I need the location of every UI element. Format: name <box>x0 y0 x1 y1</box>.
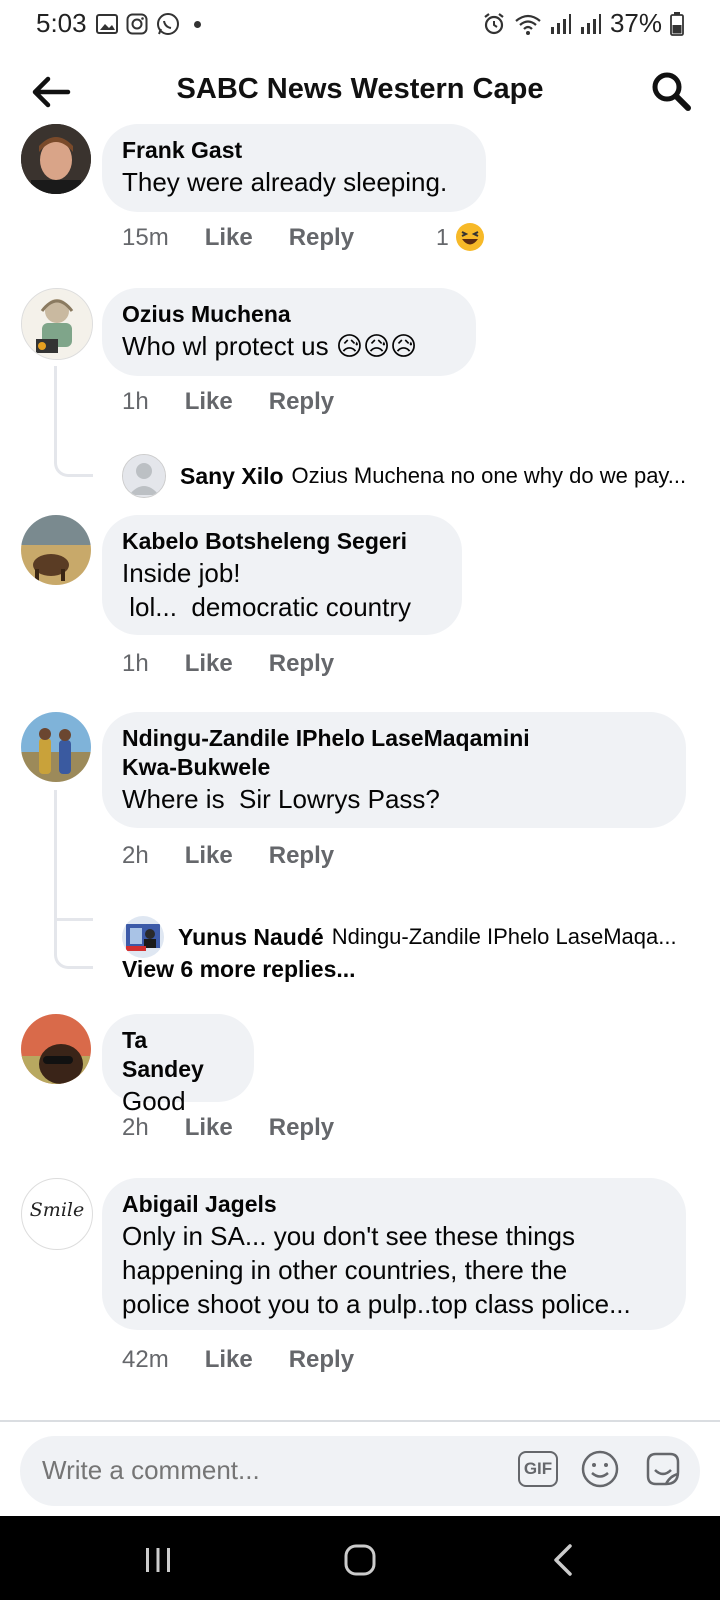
avatar[interactable] <box>122 916 164 958</box>
page-title: SABC News Western Cape <box>176 73 544 105</box>
reply-button[interactable]: Reply <box>269 650 334 678</box>
reply-author[interactable]: Sany Xilo <box>180 463 284 490</box>
comment-actions: 15m Like Reply <box>122 224 390 252</box>
reply-button[interactable]: Reply <box>269 388 334 416</box>
haha-reaction-icon <box>455 223 484 251</box>
avatar[interactable] <box>21 124 91 194</box>
reaction-count: 1 <box>436 223 449 250</box>
avatar[interactable] <box>21 515 91 585</box>
comment-actions: 1h Like Reply <box>122 388 370 416</box>
smile-logo: Smile <box>29 1199 85 1221</box>
system-nav-bar <box>0 1516 720 1600</box>
like-button[interactable]: Like <box>185 650 233 678</box>
comment-bubble: Ozius Muchena Who wl protect us 😥😥😥 <box>102 288 476 376</box>
comment-time: 42m <box>122 1346 169 1373</box>
avatar[interactable] <box>122 454 166 498</box>
comment-actions: 2h Like Reply <box>122 842 370 870</box>
comment-time: 2h <box>122 842 149 869</box>
comment-text: Where is Sir Lowrys Pass? <box>122 784 440 814</box>
sticker-icon[interactable] <box>642 1448 684 1490</box>
divider <box>0 1420 720 1422</box>
comment-author[interactable]: Ozius Muchena <box>122 300 456 329</box>
status-time: 5:03 <box>36 8 87 38</box>
comment-author[interactable]: Ndingu-Zandile IPhelo LaseMaqamini Kwa-B… <box>122 724 666 782</box>
view-more-replies-link[interactable]: View 6 more replies... <box>122 956 356 983</box>
avatar[interactable] <box>21 288 93 360</box>
signal-icon <box>550 13 571 34</box>
avatar[interactable] <box>21 712 91 782</box>
gif-label: GIF <box>523 1459 553 1478</box>
like-button[interactable]: Like <box>185 842 233 870</box>
gif-button[interactable]: GIF <box>518 1451 558 1487</box>
comment-actions: 1h Like Reply <box>122 650 370 678</box>
comment-text: Who wl protect us 😥😥😥 <box>122 331 418 361</box>
emoji-icon[interactable] <box>580 1449 620 1489</box>
comment-bubble: Frank Gast They were already sleeping. <box>102 124 486 212</box>
comment-input[interactable] <box>40 1454 464 1487</box>
signal-icon-2 <box>580 13 601 34</box>
comment-time: 2h <box>122 1114 149 1141</box>
comment-author[interactable]: Kabelo Botsheleng Segeri <box>122 527 442 556</box>
thread-connector <box>54 930 93 969</box>
whatsapp-icon <box>157 13 179 35</box>
back-nav-icon[interactable] <box>534 1540 594 1580</box>
reply-text: Ozius Muchena no one why do we pay... <box>291 463 687 488</box>
reply-author[interactable]: Yunus Naudé <box>178 924 324 951</box>
battery-percent: 37% <box>609 8 662 38</box>
comment-text: Good <box>122 1086 186 1116</box>
gallery-icon <box>96 14 118 34</box>
comment-time: 15m <box>122 224 169 251</box>
comment-bubble: Abigail Jagels Only in SA... you don't s… <box>102 1178 686 1330</box>
reply-preview[interactable]: Yunus Naudé Ndingu-Zandile IPhelo LaseMa… <box>122 916 692 958</box>
reply-button[interactable]: Reply <box>269 1114 334 1142</box>
comment-actions: 42m Like Reply <box>122 1346 390 1374</box>
avatar[interactable]: Smile <box>21 1178 93 1250</box>
reply-preview[interactable]: Sany Xilo Ozius Muchena no one why do we… <box>122 454 692 498</box>
comment-author[interactable]: Abigail Jagels <box>122 1190 666 1219</box>
like-button[interactable]: Like <box>205 1346 253 1374</box>
avatar[interactable] <box>21 1014 91 1084</box>
comment-bubble: Ta Sandey Good <box>102 1014 254 1116</box>
reply-button[interactable]: Reply <box>289 1346 354 1374</box>
comment-text: Inside job! lol... democratic country <box>122 558 412 622</box>
notification-dot-icon <box>194 20 201 28</box>
comment-bubble: Ndingu-Zandile IPhelo LaseMaqamini Kwa-B… <box>102 712 686 828</box>
comment-author[interactable]: Frank Gast <box>122 136 466 165</box>
recent-apps-icon[interactable] <box>128 1540 188 1580</box>
comment-time: 1h <box>122 388 149 415</box>
comment-actions: 2h Like Reply <box>122 1114 370 1142</box>
reply-button[interactable]: Reply <box>289 224 354 252</box>
wifi-icon <box>515 14 541 35</box>
like-button[interactable]: Like <box>185 1114 233 1142</box>
reply-text: Ndingu-Zandile IPhelo LaseMaqa... <box>331 924 677 949</box>
comment-bubble: Kabelo Botsheleng Segeri Inside job! lol… <box>102 515 462 635</box>
instagram-icon <box>126 13 148 35</box>
comment-text: Only in SA... you don't see these things… <box>122 1221 631 1319</box>
status-bar: 5:03 37% <box>0 0 720 46</box>
comment-text: They were already sleeping. <box>122 167 448 197</box>
header-bar: SABC News Western Cape <box>0 60 720 122</box>
comment-author[interactable]: Ta Sandey <box>122 1026 234 1084</box>
reply-button[interactable]: Reply <box>269 842 334 870</box>
search-icon[interactable] <box>648 68 694 114</box>
comment-composer: GIF <box>20 1436 700 1506</box>
battery-icon <box>670 11 684 36</box>
like-button[interactable]: Like <box>185 388 233 416</box>
home-icon[interactable] <box>330 1540 390 1580</box>
thread-connector <box>54 900 93 921</box>
comment-time: 1h <box>122 650 149 677</box>
reaction-summary[interactable]: 1 <box>436 222 485 252</box>
thread-connector <box>54 366 93 477</box>
like-button[interactable]: Like <box>205 224 253 252</box>
alarm-icon <box>484 12 504 34</box>
